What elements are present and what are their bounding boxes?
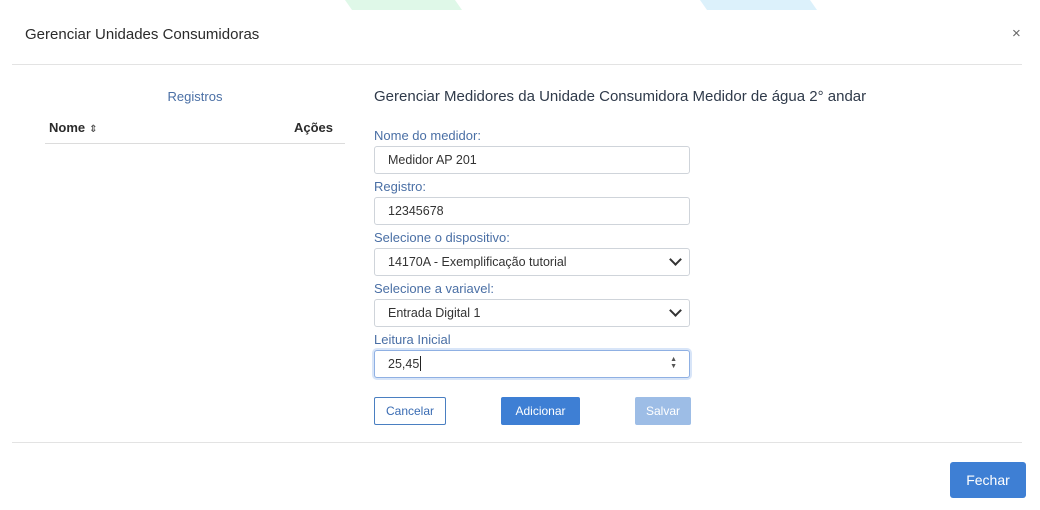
registros-table-header: Nome ⇕ Ações xyxy=(45,112,345,144)
header-divider xyxy=(12,64,1022,65)
registros-caption: Registros xyxy=(167,89,223,104)
variavel-select[interactable]: Entrada Digital 1 xyxy=(374,299,690,327)
registro-input[interactable]: 12345678 xyxy=(374,197,690,225)
save-button[interactable]: Salvar xyxy=(635,397,691,425)
dispositivo-label: Selecione o dispositivo: xyxy=(374,230,510,245)
leitura-label: Leitura Inicial xyxy=(374,332,451,347)
column-header-acoes: Ações xyxy=(293,120,333,135)
registro-value: 12345678 xyxy=(388,204,444,218)
chevron-down-icon xyxy=(669,304,682,317)
text-caret xyxy=(420,356,422,371)
leitura-value: 25,45 xyxy=(388,357,420,371)
nome-input[interactable]: Medidor AP 201 xyxy=(374,146,690,174)
nome-value: Medidor AP 201 xyxy=(388,153,477,167)
add-button[interactable]: Adicionar xyxy=(501,397,580,425)
modal-title: Gerenciar Unidades Consumidoras xyxy=(25,26,260,43)
variavel-value: Entrada Digital 1 xyxy=(388,306,481,320)
header-decoration-green xyxy=(337,0,463,10)
leitura-input[interactable]: 25,45 ▲ ▼ xyxy=(374,350,690,378)
close-icon[interactable]: × xyxy=(1012,25,1021,43)
form-title: Gerenciar Medidores da Unidade Consumido… xyxy=(374,88,867,105)
cancel-button[interactable]: Cancelar xyxy=(374,397,446,425)
chevron-down-icon xyxy=(669,253,682,266)
sort-icon[interactable]: ⇕ xyxy=(89,124,97,135)
footer-divider xyxy=(12,442,1022,443)
variavel-label: Selecione a variavel: xyxy=(374,281,494,296)
dispositivo-select[interactable]: 14170A - Exemplificação tutorial xyxy=(374,248,690,276)
column-header-nome[interactable]: Nome ⇕ xyxy=(49,120,98,135)
close-button[interactable]: Fechar xyxy=(950,462,1026,498)
number-spinner-icon[interactable]: ▲ ▼ xyxy=(670,356,677,370)
dispositivo-value: 14170A - Exemplificação tutorial xyxy=(388,255,567,269)
column-nome-label: Nome xyxy=(49,120,86,135)
header-decoration-blue xyxy=(692,0,818,10)
registro-label: Registro: xyxy=(374,179,427,194)
nome-label: Nome do medidor: xyxy=(374,128,481,143)
